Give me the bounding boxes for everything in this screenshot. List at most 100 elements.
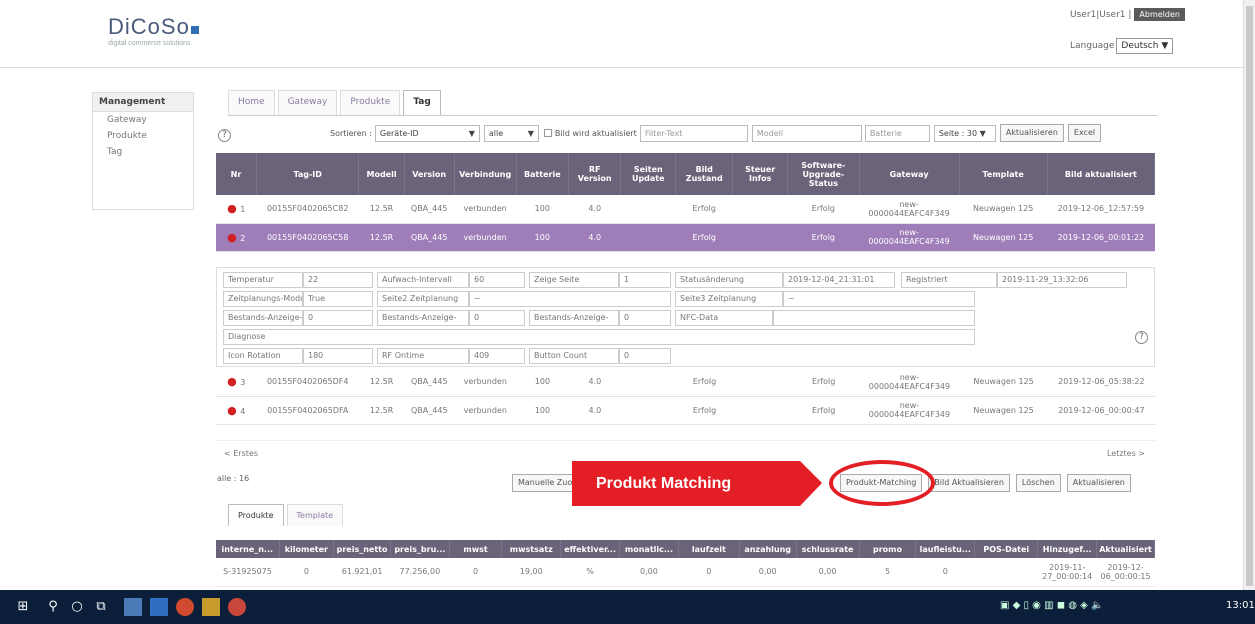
table-cell: Neuwagen 125 — [959, 396, 1048, 425]
col-header[interactable]: Steuer Infos — [732, 153, 789, 195]
tab-template-bottom[interactable]: Template — [286, 504, 344, 526]
col-header[interactable]: preis_netto — [333, 540, 391, 558]
detail-label: Seite2 Zeitplanung — [377, 291, 469, 307]
table-cell: 12.5R — [358, 195, 405, 224]
language-select[interactable]: Deutsch ▼ — [1116, 38, 1174, 54]
detail-label: Bestands-Anzeige- — [223, 310, 303, 326]
refresh-button[interactable]: Aktualisieren — [999, 124, 1064, 142]
model-input[interactable]: Modell — [751, 124, 862, 142]
help-icon[interactable]: ? — [218, 129, 231, 142]
app-window: DiCoSo digital commerce solutions User1|U… — [0, 0, 1255, 590]
sidebar-item-gateway[interactable]: Gateway — [93, 112, 193, 128]
col-header[interactable]: Hinzugef... — [1037, 540, 1098, 558]
refresh-button-bottom[interactable]: Aktualisieren — [1066, 474, 1131, 492]
scrollbar-thumb[interactable] — [1246, 6, 1253, 586]
detail-value: 0 — [619, 310, 671, 326]
pager-first[interactable]: < Erstes — [224, 449, 258, 458]
tab-produkte-bottom[interactable]: Produkte — [228, 504, 284, 526]
col-header[interactable]: Gateway — [859, 153, 960, 195]
table-row[interactable]: S-31925075 0 61.921,01 77.256,00 0 19,00% 0,00… — [216, 558, 1155, 587]
table-cell: 00155F0402065C58 — [256, 223, 359, 252]
windows-start-icon[interactable]: ⊞ — [14, 598, 32, 616]
col-header[interactable]: mwst — [449, 540, 503, 558]
col-header[interactable]: promo — [859, 540, 917, 558]
col-header[interactable]: Nr — [216, 153, 257, 195]
row-number: 4 — [240, 406, 246, 416]
col-header[interactable]: Verbindung — [454, 153, 517, 195]
tab-home[interactable]: Home — [228, 90, 275, 115]
table-cell: 2019-12-06_00:00:47 — [1047, 396, 1155, 425]
table-cell: 2019-11-27_00:00:14 — [1037, 558, 1097, 587]
table-row[interactable]: ● 4 00155F0402065DFA 12.5R QBA_445 verbunden… — [216, 396, 1155, 425]
tab-tag[interactable]: Tag — [403, 90, 441, 115]
cortana-icon[interactable]: ○ — [68, 598, 86, 616]
table-row[interactable]: ● 1 00155F0402065C82 12.5R QBA_445 verbunden… — [216, 195, 1155, 224]
table-cell: 0,00 — [619, 558, 679, 587]
update-checkbox[interactable] — [543, 129, 552, 137]
col-header[interactable]: laufleistu... — [915, 540, 976, 558]
pager-last[interactable]: Letztes > — [1107, 449, 1145, 458]
checkbox-label: Bild wird aktualisiert — [554, 128, 637, 138]
col-header[interactable]: POS-Datei — [974, 540, 1039, 558]
diagnose-field: Diagnose — [223, 329, 975, 345]
battery-input[interactable]: Batterie — [864, 124, 930, 142]
table-cell: 12.5R — [358, 396, 405, 425]
app-icon[interactable] — [228, 598, 246, 616]
col-header[interactable]: Bild Zustand — [675, 153, 734, 195]
table-row[interactable]: ● 2 00155F0402065C58 12.5R QBA_445 verbunden… — [216, 223, 1155, 252]
col-header[interactable]: RF Version — [568, 153, 622, 195]
excel-button[interactable]: Excel — [1067, 124, 1102, 142]
sort-select[interactable]: Geräte-ID ▼ — [374, 124, 480, 142]
logout-button[interactable]: Abmelden — [1134, 8, 1185, 21]
col-header[interactable]: Bild aktualisiert — [1047, 153, 1156, 195]
col-header[interactable]: laufzeit — [678, 540, 740, 558]
col-header[interactable]: anzahlung — [739, 540, 797, 558]
app-icon[interactable] — [124, 598, 142, 616]
table-row[interactable]: ● 3 00155F0402065DF4 12.5R QBA_445 verbunden… — [216, 368, 1155, 397]
col-header[interactable]: interne_n... — [216, 540, 280, 558]
tab-gateway[interactable]: Gateway — [277, 90, 338, 115]
detail-value: 0 — [469, 310, 525, 326]
sidebar-item-produkte[interactable]: Produkte — [93, 128, 193, 144]
table-cell: Erfolg — [787, 396, 860, 425]
col-header[interactable]: schlussrate — [796, 540, 860, 558]
tab-produkte[interactable]: Produkte — [340, 90, 401, 115]
filter-select[interactable]: alle ▼ — [483, 124, 539, 142]
status-dot-icon: ● — [227, 375, 241, 389]
col-header[interactable]: monatlic... — [619, 540, 679, 558]
col-header[interactable]: preis_bru... — [390, 540, 450, 558]
col-header[interactable]: Seiten Update — [620, 153, 677, 195]
chrome-icon[interactable] — [176, 598, 194, 616]
help-icon[interactable]: ? — [1135, 331, 1148, 344]
col-header[interactable]: Software-Upgrade-Status — [787, 153, 860, 195]
col-header[interactable]: kilometer — [279, 540, 335, 558]
search-icon[interactable]: ⚲ — [44, 598, 62, 616]
image-refresh-button[interactable]: Bild Aktualisieren — [928, 474, 1010, 492]
col-header[interactable]: mwstsatz — [501, 540, 562, 558]
col-header[interactable]: Template — [959, 153, 1048, 195]
delete-button[interactable]: Löschen — [1015, 474, 1061, 492]
table-cell — [621, 368, 676, 397]
filter-text-input[interactable]: Filter-Text — [639, 124, 748, 142]
col-header[interactable]: Tag-ID — [256, 153, 360, 195]
scrollbar[interactable] — [1243, 0, 1255, 590]
taskbar: ⊞ ⚲ ○ ⧉ ▣ ◆ ▯ ◉ ▥ ◼ ◍ ◈ 🔈 13:01 — [0, 590, 1255, 624]
folder-icon[interactable] — [202, 598, 220, 616]
tab-bar: Home Gateway Produkte Tag — [228, 90, 1158, 116]
task-view-icon[interactable]: ⧉ — [92, 598, 110, 616]
table-cell: 77.256,00 — [390, 558, 450, 587]
col-header[interactable]: Aktualisiert — [1096, 540, 1155, 558]
table-cell: ● 2 — [216, 223, 257, 252]
table-cell: 0 — [915, 558, 975, 587]
table-cell: 4.0 — [568, 195, 621, 224]
app-icon[interactable] — [150, 598, 168, 616]
table-cell: 100 — [516, 195, 569, 224]
col-header[interactable]: Modell — [358, 153, 405, 195]
table-cell: 0 — [678, 558, 740, 587]
col-header[interactable]: effektiver... — [560, 540, 621, 558]
sidebar-item-tag[interactable]: Tag — [93, 144, 193, 160]
col-header[interactable]: Version — [404, 153, 455, 195]
col-header[interactable]: Batterie — [516, 153, 569, 195]
table-cell: Erfolg — [675, 396, 734, 425]
page-size-select[interactable]: Seite : 30 ▼ — [933, 124, 996, 142]
